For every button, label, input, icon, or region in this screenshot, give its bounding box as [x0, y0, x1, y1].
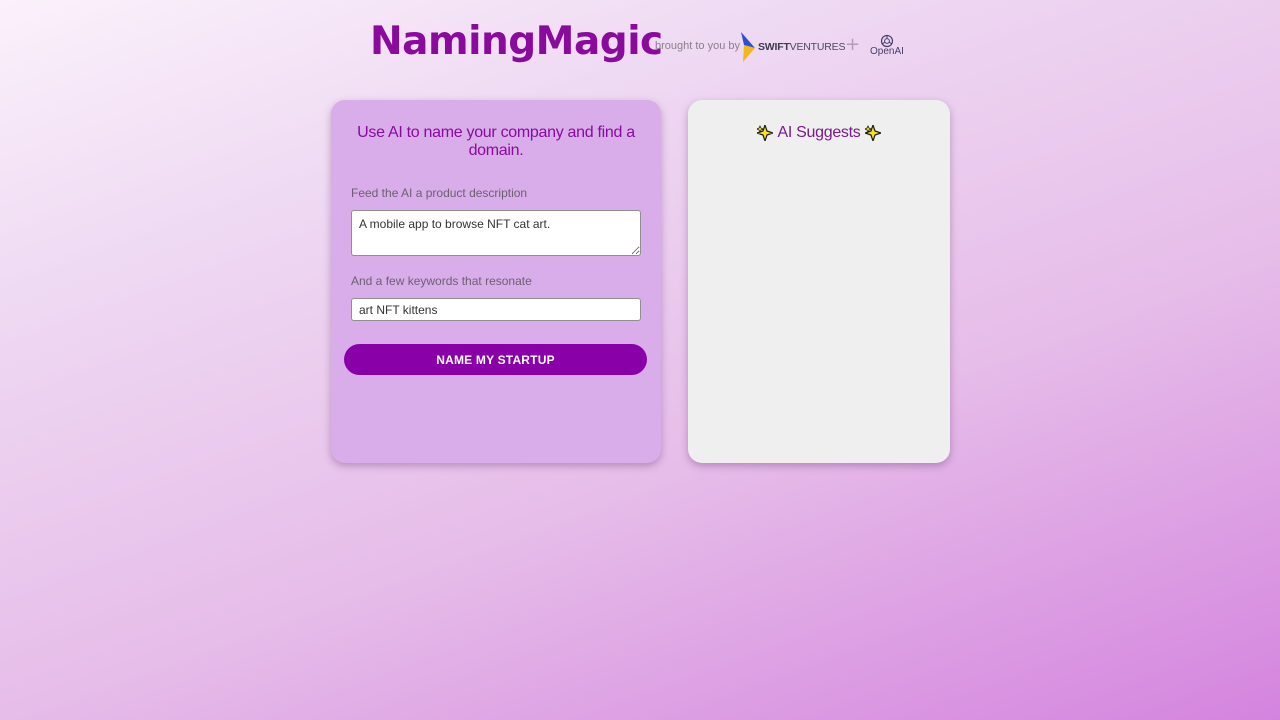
brand-title[interactable]: NamingMagic: [370, 18, 663, 66]
sparkles-icon: [865, 125, 882, 141]
naming-form-card: Use AI to name your company and find a d…: [331, 100, 661, 463]
brought-by-text: brought to you by: [655, 40, 741, 52]
openai-logo[interactable]: OpenAI: [867, 34, 907, 57]
openai-wordmark: OpenAI: [870, 46, 904, 57]
name-my-startup-button[interactable]: NAME MY STARTUP: [344, 344, 647, 375]
keywords-label: And a few keywords that resonate: [351, 274, 532, 288]
sparkles-icon: [756, 125, 773, 141]
plus-sign: +: [845, 34, 861, 55]
description-textarea[interactable]: A mobile app to browse NFT cat art.: [351, 210, 641, 256]
swift-ventures-wordmark: SWIFTVENTURES: [758, 41, 846, 53]
swift-ventures-logo[interactable]: SWIFTVENTURES: [740, 30, 845, 64]
site-header: NamingMagic brought to you by SWIFTVENTU…: [370, 14, 930, 74]
form-heading: Use AI to name your company and find a d…: [357, 124, 635, 159]
swift-arrow-icon: [740, 31, 756, 63]
suggestions-heading: AI Suggests: [688, 124, 950, 142]
suggestions-title: AI Suggests: [777, 124, 861, 141]
ai-suggestions-card: AI Suggests: [688, 100, 950, 463]
keywords-input[interactable]: [351, 298, 641, 321]
description-label: Feed the AI a product description: [351, 186, 528, 200]
